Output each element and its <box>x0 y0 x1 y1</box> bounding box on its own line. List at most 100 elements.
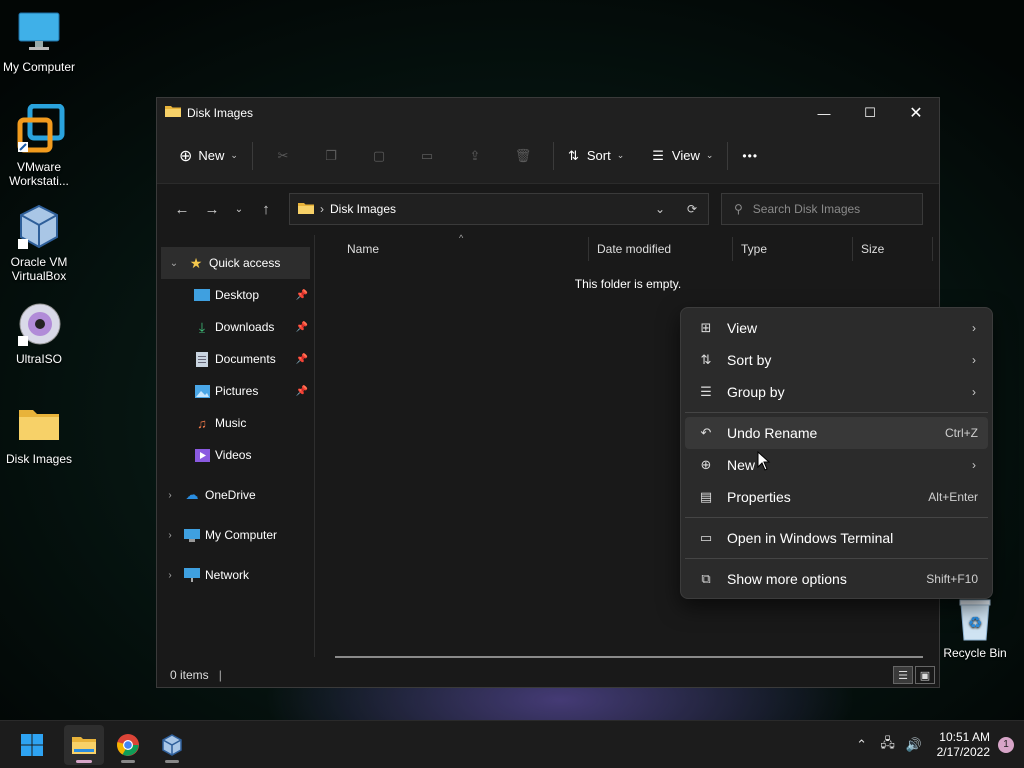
desktop-icon-ultraiso[interactable]: UltraISO <box>0 302 78 366</box>
volume-icon[interactable]: 🔊 <box>902 737 926 753</box>
details-view-button[interactable]: ☰ <box>893 666 913 684</box>
menu-item-open-terminal[interactable]: ▭ Open in Windows Terminal <box>685 522 988 554</box>
toolbar-divider <box>251 141 253 170</box>
rename-button[interactable]: ▭ <box>403 138 451 174</box>
clock[interactable]: 10:51 AM 2/17/2022 <box>937 730 990 760</box>
menu-item-new[interactable]: ⊕ New › <box>685 449 988 481</box>
menu-item-label: Undo Rename <box>727 425 818 441</box>
folder-icon <box>165 104 181 123</box>
chevron-up-icon[interactable]: ⌃ <box>850 737 874 753</box>
start-button[interactable] <box>12 725 52 765</box>
desktop-icon-disk-images[interactable]: Disk Images <box>0 402 78 466</box>
nav-item-label: OneDrive <box>205 488 256 502</box>
plus-circle-icon: ⊕ <box>700 457 712 472</box>
status-divider: | <box>218 668 222 682</box>
menu-item-group-by[interactable]: ☰ Group by › <box>685 376 988 408</box>
window-title: Disk Images <box>187 106 254 120</box>
forward-button[interactable]: → <box>197 194 227 224</box>
column-header-size[interactable]: Size <box>853 237 933 261</box>
sort-arrows-icon: ⇅ <box>700 352 712 367</box>
column-header-type[interactable]: Type <box>733 237 853 261</box>
taskbar-virtualbox[interactable] <box>152 725 192 765</box>
nav-item-pictures[interactable]: Pictures 📌 <box>157 375 314 407</box>
pin-icon[interactable]: 📌 <box>296 290 308 301</box>
nav-item-onedrive[interactable]: › ☁ OneDrive <box>157 479 314 511</box>
new-button[interactable]: ⊕ New ⌄ <box>171 138 246 174</box>
menu-item-label: View <box>727 320 758 336</box>
menu-item-show-more-options[interactable]: ⧉ Show more options Shift+F10 <box>685 563 988 595</box>
address-bar[interactable]: › Disk Images ⌄ ⟳ <box>289 193 709 225</box>
pin-icon[interactable]: 📌 <box>296 386 308 397</box>
nav-item-quick-access[interactable]: ⌄ ★ Quick access <box>161 247 310 279</box>
breadcrumb-current[interactable]: Disk Images <box>330 202 396 216</box>
cut-button[interactable]: ✂ <box>259 138 307 174</box>
menu-item-label: Properties <box>727 489 791 505</box>
delete-button[interactable]: 🗑 <box>499 138 547 174</box>
pin-icon[interactable]: 📌 <box>296 322 308 333</box>
search-box[interactable]: ⚲ <box>721 193 923 225</box>
empty-folder-message: This folder is empty. <box>574 277 682 291</box>
item-count: 0 items <box>170 668 209 682</box>
address-dropdown-button[interactable]: ⌄ <box>644 202 676 216</box>
column-header-name[interactable]: Name <box>317 237 589 261</box>
refresh-button[interactable]: ⟳ <box>676 202 708 216</box>
up-button[interactable]: ↑ <box>251 194 281 224</box>
list-icon: ☰ <box>700 384 712 399</box>
undo-icon: ↶ <box>700 425 712 440</box>
grid-icon: ⊞ <box>700 320 712 335</box>
menu-item-undo-rename[interactable]: ↶ Undo Rename Ctrl+Z <box>685 417 988 449</box>
svg-text:♻: ♻ <box>968 613 982 632</box>
nav-item-my-computer[interactable]: › My Computer <box>157 519 314 551</box>
trash-icon: 🗑 <box>514 147 532 163</box>
horizontal-scrollbar[interactable] <box>335 656 923 658</box>
nav-item-documents[interactable]: Documents 📌 <box>157 343 314 375</box>
menu-item-label: New <box>727 457 756 473</box>
nav-item-label: Desktop <box>215 288 260 302</box>
view-button[interactable]: ☰ View ⌄ <box>644 138 721 174</box>
taskbar-file-explorer[interactable] <box>64 724 104 765</box>
column-header-date-modified[interactable]: Date modified <box>589 237 733 261</box>
maximize-button[interactable]: ☐ <box>847 98 893 128</box>
title-bar[interactable]: Disk Images — ☐ ✕ <box>157 98 939 128</box>
search-input[interactable] <box>752 202 913 216</box>
large-icons-view-button[interactable]: ▣ <box>915 666 935 684</box>
column-headers: ^ Name Date modified Type Size <box>317 233 939 263</box>
sort-button[interactable]: ⇅ Sort ⌄ <box>560 138 632 174</box>
nav-item-label: Downloads <box>215 320 275 334</box>
recent-locations-button[interactable]: ⌄ <box>227 194 251 224</box>
close-button[interactable]: ✕ <box>893 98 939 128</box>
nav-item-music[interactable]: ♫ Music <box>157 407 314 439</box>
menu-item-view[interactable]: ⊞ View › <box>685 312 988 344</box>
nav-item-desktop[interactable]: Desktop 📌 <box>157 279 314 311</box>
new-button-label: New <box>198 148 225 163</box>
desktop-icon-recycle-bin[interactable]: ♻ Recycle Bin <box>936 596 1014 660</box>
nav-item-network[interactable]: › Network <box>157 559 314 591</box>
minimize-button[interactable]: — <box>801 98 847 128</box>
scissors-icon: ✂ <box>277 147 289 163</box>
menu-item-shortcut: Alt+Enter <box>928 490 978 504</box>
network-icon[interactable]: 🖧 <box>876 734 900 756</box>
back-button[interactable]: ← <box>167 194 197 224</box>
pin-icon[interactable]: 📌 <box>296 354 308 365</box>
menu-item-sort-by[interactable]: ⇅ Sort by › <box>685 344 988 376</box>
nav-item-downloads[interactable]: ⤓ Downloads 📌 <box>157 311 314 343</box>
menu-item-label: Sort by <box>727 352 772 368</box>
desktop-icon-my-computer[interactable]: My Computer <box>0 10 78 74</box>
vmware-icon <box>16 103 65 156</box>
menu-item-properties[interactable]: ▤ Properties Alt+Enter <box>685 481 988 513</box>
nav-item-videos[interactable]: Videos <box>157 439 314 471</box>
more-options-button[interactable]: ••• <box>734 138 766 174</box>
desktop-icon-vmware[interactable]: VMware Workstati... <box>0 103 78 188</box>
desktop-icon-virtualbox[interactable]: Oracle VM VirtualBox <box>0 203 78 283</box>
desktop-icon <box>193 287 211 303</box>
copy-button[interactable]: ❐ <box>307 138 355 174</box>
paste-button[interactable]: ▢ <box>355 138 403 174</box>
menu-item-shortcut: Shift+F10 <box>926 572 978 586</box>
notification-badge[interactable]: 1 <box>998 736 1014 753</box>
share-button[interactable]: ⇪ <box>451 138 499 174</box>
taskbar-chrome[interactable] <box>108 725 148 765</box>
star-icon: ★ <box>189 254 203 271</box>
menu-item-shortcut: Ctrl+Z <box>945 426 978 440</box>
running-indicator <box>165 759 179 763</box>
terminal-icon: ▭ <box>699 530 713 545</box>
